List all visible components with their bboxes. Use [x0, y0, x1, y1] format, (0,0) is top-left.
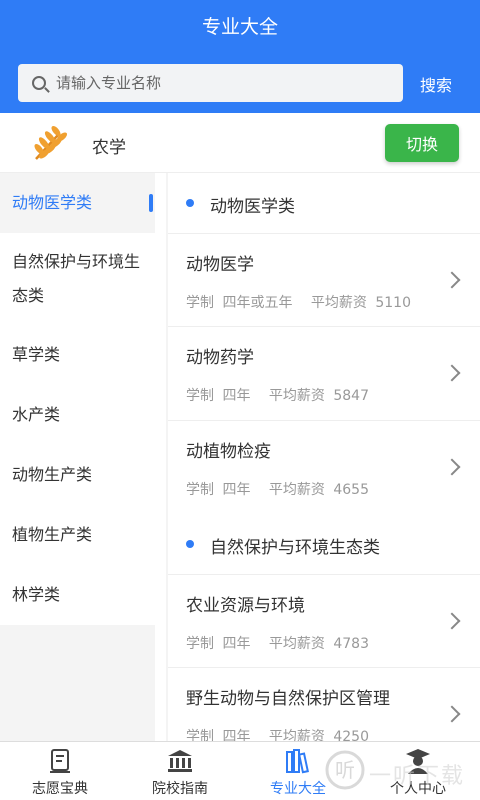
sidebar: 动物医学类 自然保护与环境生态类 草学类 水产类 动物生产类 植物生产类 林学类 — [0, 173, 155, 625]
chevron-right-icon — [443, 364, 461, 382]
chevron-right-icon — [443, 458, 461, 476]
duration-value: 四年 — [222, 636, 251, 652]
major-name: 动植物检疫 — [186, 442, 271, 462]
search-button[interactable]: 搜索 — [420, 72, 452, 96]
duration-value: 四年 — [222, 482, 251, 498]
watermark-logo-icon: 听 — [325, 750, 365, 790]
major-item[interactable]: 动物药学 学制 四年 平均薪资 5847 — [168, 326, 480, 420]
section-title: 动物医学类 — [210, 197, 295, 217]
university-icon — [168, 750, 192, 772]
major-item[interactable]: 动植物检疫 学制 四年 平均薪资 4655 — [168, 420, 480, 514]
book-icon — [50, 749, 70, 773]
major-meta: 学制 四年或五年 平均薪资 5110 — [186, 292, 411, 312]
major-item[interactable]: 动物医学 学制 四年或五年 平均薪资 5110 — [168, 233, 480, 327]
sidebar-item-aquatic[interactable]: 水产类 — [0, 385, 155, 445]
major-list: 动物医学类 动物医学 学制 四年或五年 平均薪资 5110 动物药学 学制 四年… — [168, 173, 480, 745]
major-meta: 学制 四年 平均薪资 4783 — [186, 633, 369, 653]
tab-label: 志愿宝典 — [32, 781, 88, 797]
chevron-right-icon — [443, 271, 461, 289]
duration-label: 学制 — [186, 295, 214, 311]
tab-guide[interactable]: 志愿宝典 — [12, 742, 108, 800]
salary-value: 5847 — [333, 388, 369, 404]
sidebar-item-grass[interactable]: 草学类 — [0, 325, 155, 385]
sidebar-empty-area — [0, 625, 155, 741]
duration-label: 学制 — [186, 636, 214, 652]
major-item[interactable]: 农业资源与环境 学制 四年 平均薪资 4783 — [168, 574, 480, 668]
duration-value: 四年或五年 — [222, 295, 293, 311]
salary-label: 平均薪资 — [268, 388, 325, 404]
major-name: 野生动物与自然保护区管理 — [186, 689, 390, 709]
sidebar-item-forestry[interactable]: 林学类 — [0, 565, 155, 625]
bullet-dot — [186, 199, 194, 207]
svg-text:听: 听 — [335, 758, 355, 782]
wheat-icon — [34, 126, 67, 160]
sidebar-item-animal-production[interactable]: 动物生产类 — [0, 445, 155, 505]
salary-value: 5110 — [375, 295, 411, 311]
category-name: 农学 — [92, 138, 126, 158]
salary-value: 4655 — [333, 482, 369, 498]
watermark-text: 一听下载 — [369, 764, 466, 789]
section-header: 自然保护与环境生态类 — [168, 514, 480, 574]
major-name: 农业资源与环境 — [186, 596, 305, 616]
books-icon — [286, 749, 309, 774]
duration-label: 学制 — [186, 388, 214, 404]
sidebar-item-plant-production[interactable]: 植物生产类 — [0, 505, 155, 565]
tab-label: 院校指南 — [152, 781, 208, 797]
sidebar-item-animal-medicine[interactable]: 动物医学类 — [0, 173, 155, 233]
chevron-right-icon — [443, 705, 461, 723]
section-header: 动物医学类 — [168, 173, 480, 233]
salary-label: 平均薪资 — [310, 295, 367, 311]
salary-label: 平均薪资 — [268, 482, 325, 498]
page-title: 专业大全 — [201, 16, 278, 38]
section-title: 自然保护与环境生态类 — [210, 538, 380, 558]
switch-button[interactable]: 切换 — [385, 124, 459, 162]
chevron-right-icon — [443, 612, 461, 630]
sidebar-item-nature-protection[interactable]: 自然保护与环境生态类 — [0, 245, 155, 313]
tab-university[interactable]: 院校指南 — [132, 742, 228, 800]
search-box[interactable] — [18, 64, 403, 102]
search-icon — [32, 76, 46, 90]
search-input[interactable] — [56, 64, 376, 102]
duration-value: 四年 — [222, 388, 251, 404]
major-name: 动物医学 — [186, 255, 254, 275]
duration-label: 学制 — [186, 482, 214, 498]
major-name: 动物药学 — [186, 348, 254, 368]
major-meta: 学制 四年 平均薪资 4655 — [186, 479, 369, 499]
salary-value: 4783 — [333, 636, 369, 652]
salary-label: 平均薪资 — [268, 636, 325, 652]
bullet-dot — [186, 540, 194, 548]
major-meta: 学制 四年 平均薪资 5847 — [186, 385, 369, 405]
watermark: 听 一听下载 — [325, 746, 475, 796]
